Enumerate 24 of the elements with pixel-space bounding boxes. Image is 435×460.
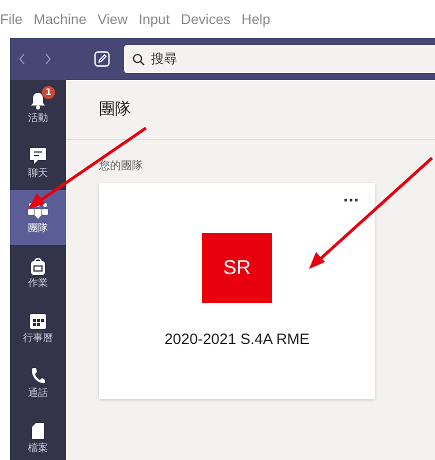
- page-title: 團隊: [99, 99, 131, 120]
- notification-badge: 1: [42, 86, 55, 99]
- sidebar-item[interactable]: 1 活動: [10, 80, 66, 135]
- section-heading: 您的團隊: [99, 158, 144, 173]
- team-avatar: SR: [202, 233, 272, 303]
- file-icon: [31, 422, 45, 440]
- back-icon[interactable]: [18, 53, 26, 65]
- sidebar-item[interactable]: 團隊: [10, 190, 66, 245]
- more-options-button[interactable]: ···: [343, 193, 359, 209]
- compose-icon[interactable]: [94, 51, 110, 67]
- calendar-icon: [29, 312, 47, 330]
- sidebar-item[interactable]: 檔案: [10, 410, 66, 460]
- forward-icon[interactable]: [44, 53, 52, 65]
- team-card[interactable]: ··· SR 2020-2021 S.4A RME: [99, 183, 375, 399]
- bell-icon: [30, 92, 46, 110]
- backpack-icon: [30, 256, 46, 276]
- team-name: 2020-2021 S.4A RME: [164, 331, 310, 348]
- sidebar-item[interactable]: 聊天: [10, 135, 66, 190]
- chat-icon: [29, 147, 47, 165]
- sidebar-item[interactable]: 通話: [10, 355, 66, 410]
- sidebar-item[interactable]: 作業: [10, 245, 66, 300]
- sidebar-item[interactable]: 行事曆: [10, 300, 66, 355]
- search-field[interactable]: 搜尋: [124, 45, 435, 73]
- phone-icon: [30, 367, 46, 385]
